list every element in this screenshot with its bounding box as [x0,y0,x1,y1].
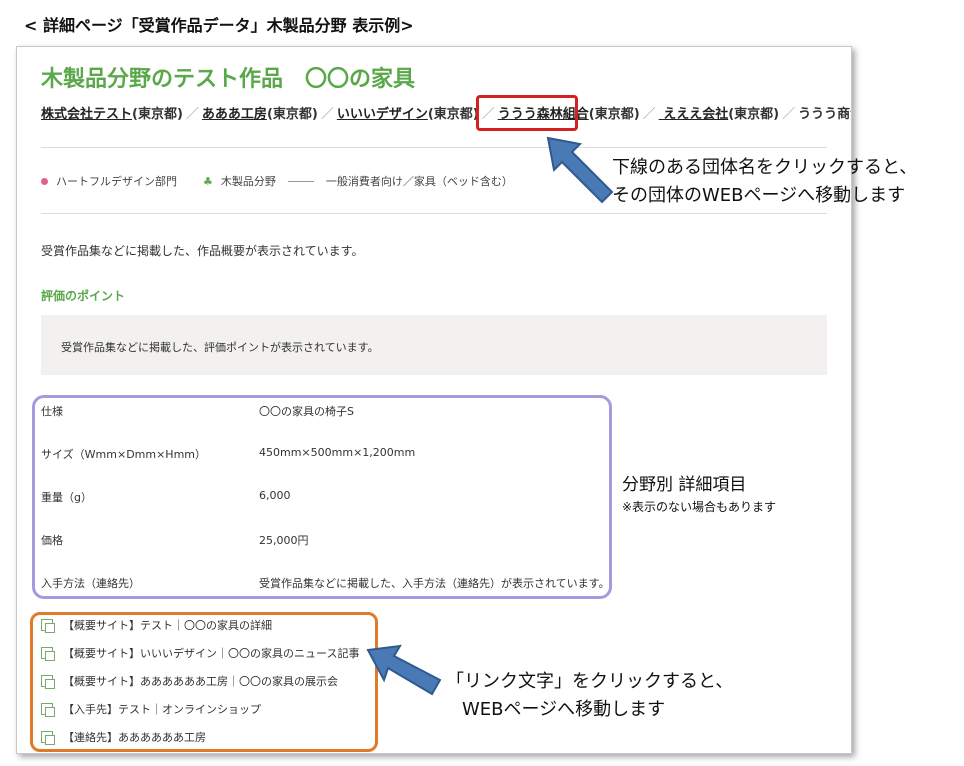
links-highlight [30,612,378,752]
category-tags: ハートフルデザイン部門 ♣ 木製品分野 一般消費者向け／家具（ベッド含む） [41,173,513,189]
organization-list: 株式会社テスト(東京都) ／あああ工房(東京都) ／いいいデザイン(東京都) ／ううう… [41,103,851,122]
points-heading: 評価のポイント [41,289,126,303]
dash-divider [287,180,314,182]
department-dot-icon [41,177,48,185]
org-separator: ／ [320,107,334,122]
org-link-6[interactable]: ううう商会 [798,107,851,122]
org-link-5[interactable]: えええ会社(東京都) [659,107,779,122]
spec-highlight [32,395,612,599]
product-category-tag: 一般消費者向け／家具（ベッド含む） [325,175,513,188]
divider [41,147,827,148]
arrow-to-org-icon [546,136,614,204]
org-separator: ／ [782,107,796,122]
points-box: 受賞作品集などに掲載した、評価ポイントが表示されています。 [41,315,827,375]
department-tag: ハートフルデザイン部門 [56,175,177,188]
spec-note: 分野別 詳細項目 [622,475,747,495]
divider [41,213,827,214]
spec-note-sub: ※表示のない場合もあります [622,500,777,514]
org-link-3[interactable]: いいいデザイン(東京都) [337,107,479,122]
work-title: 木製品分野のテスト作品 〇〇の家具 [41,67,416,92]
org-link-note: 下線のある団体名をクリックすると、 その団体のWEBページへ移動します [612,157,918,206]
org-link-highlight [476,95,578,131]
page-caption: < 詳細ページ「受賞作品データ」木製品分野 表示例> [24,16,414,35]
org-separator: ／ [642,107,656,122]
work-summary: 受賞作品集などに掲載した、作品概要が表示されています。 [41,244,364,258]
field-tag: 木製品分野 [220,175,276,188]
org-link-2[interactable]: あああ工房(東京都) [202,107,318,122]
tree-icon: ♣ [203,174,213,188]
link-note: 「リンク文字」をクリックすると、 WEBページへ移動します [446,671,734,720]
arrow-to-links-icon [366,644,442,696]
org-link-1[interactable]: 株式会社テスト(東京都) [41,107,183,122]
org-separator: ／ [185,107,199,122]
points-text: 受賞作品集などに掲載した、評価ポイントが表示されています。 [61,341,379,354]
